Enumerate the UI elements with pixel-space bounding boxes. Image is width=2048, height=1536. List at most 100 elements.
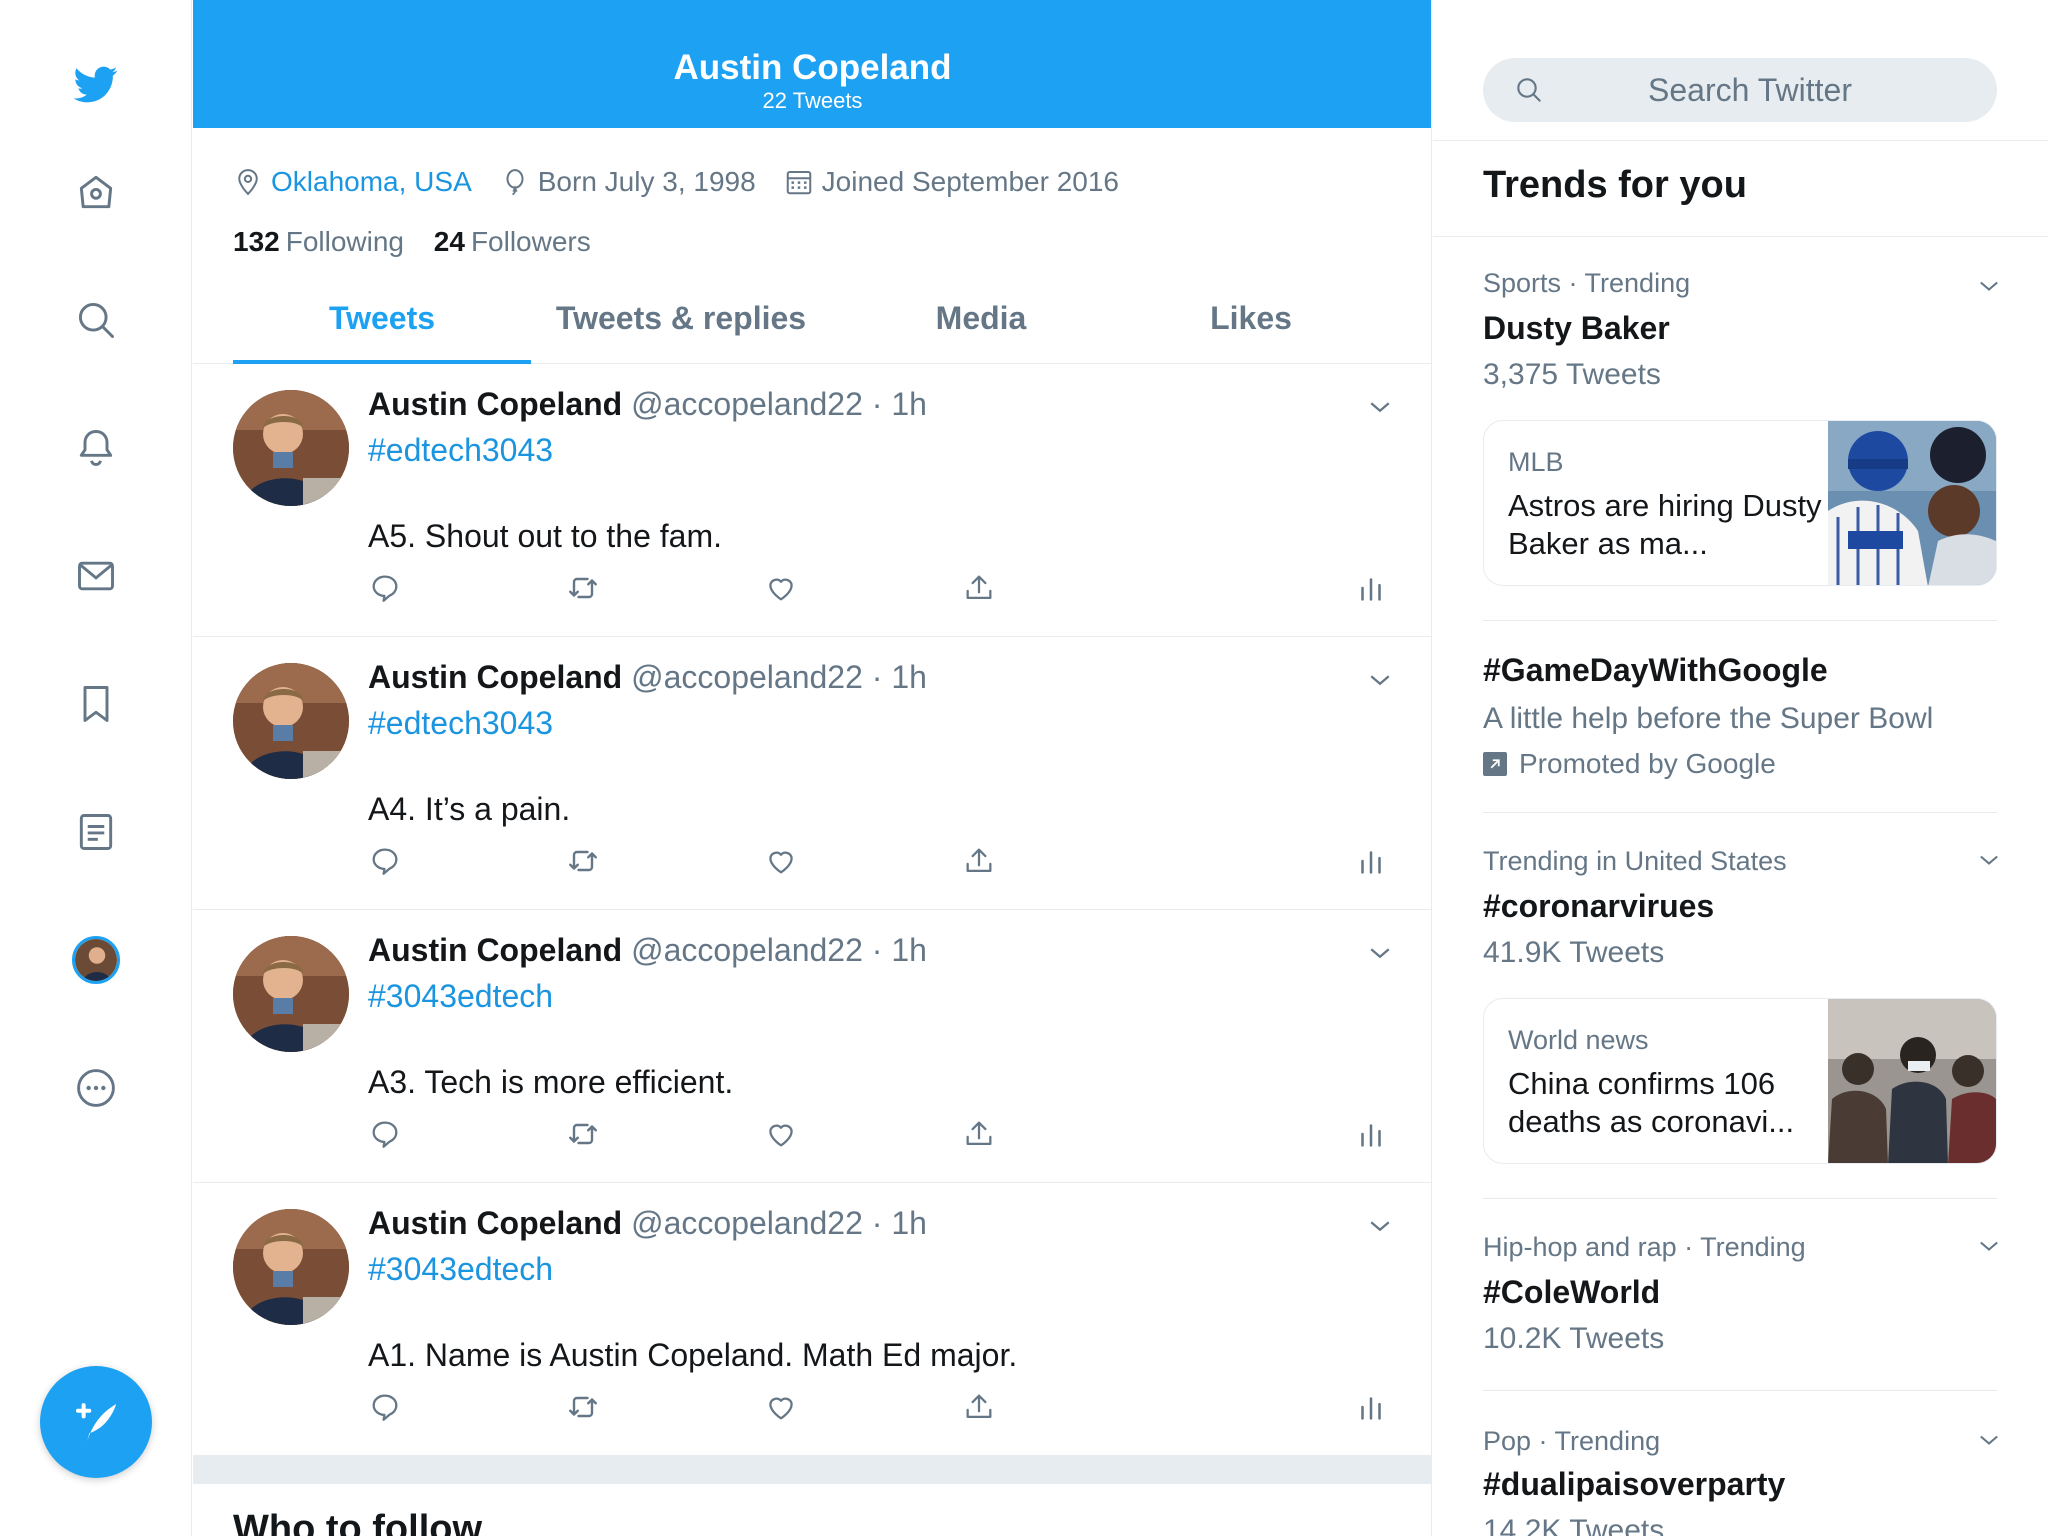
- trend-tweet-count: 41.9K Tweets: [1483, 936, 1665, 969]
- tweet[interactable]: Austin Copeland @accopeland22 · 1h #edtec…: [193, 637, 1431, 910]
- tweet-author-avatar[interactable]: [233, 936, 349, 1052]
- trend-news-card[interactable]: MLB Astros are hiring Dusty Baker as ma.…: [1483, 420, 1997, 586]
- trend-tweet-count: 3,375 Tweets: [1483, 358, 1661, 391]
- card-category: MLB: [1508, 447, 1564, 477]
- tweet-handle-time[interactable]: @accopeland22 · 1h: [631, 386, 927, 422]
- divider: [1433, 140, 2048, 141]
- home-icon[interactable]: [68, 164, 124, 220]
- tweet-hashtag-link[interactable]: #edtech3043: [368, 705, 553, 742]
- tweet-author-name[interactable]: Austin Copeland: [368, 386, 622, 422]
- trend-news-card[interactable]: World news China confirms 106 deaths as …: [1483, 998, 1997, 1164]
- share-icon[interactable]: [959, 568, 999, 608]
- chevron-down-icon[interactable]: [1365, 1211, 1395, 1246]
- following-link[interactable]: 132 Following: [233, 226, 404, 257]
- tab-tweets-and-replies[interactable]: Tweets & replies: [531, 286, 831, 364]
- trend-name[interactable]: Dusty Baker: [1483, 310, 1670, 347]
- reply-icon[interactable]: [365, 568, 405, 608]
- divider: [1483, 1390, 1997, 1391]
- trend-name[interactable]: #dualipaisoverparty: [1483, 1466, 1785, 1503]
- twitter-logo-icon[interactable]: [68, 56, 124, 112]
- trend-tweet-count: 14.2K Tweets: [1483, 1514, 1665, 1536]
- tweet-text: A5. Shout out to the fam.: [368, 518, 722, 554]
- tweet-author-name[interactable]: Austin Copeland: [368, 932, 622, 968]
- tweet-text: A1. Name is Austin Copeland. Math Ed maj…: [368, 1337, 1018, 1373]
- tab-likes[interactable]: Likes: [1131, 286, 1371, 364]
- chevron-down-icon[interactable]: [1365, 392, 1395, 427]
- tweet-author-avatar[interactable]: [233, 663, 349, 779]
- search-placeholder: Search Twitter: [1648, 72, 1852, 108]
- trend-tweet-count: 10.2K Tweets: [1483, 1322, 1665, 1355]
- trend-name[interactable]: #ColeWorld: [1483, 1274, 1660, 1311]
- tweet-author-name[interactable]: Austin Copeland: [368, 1205, 622, 1241]
- followers-link[interactable]: 24 Followers: [434, 226, 591, 257]
- promoted-trend-name[interactable]: #GameDayWithGoogle: [1483, 652, 1828, 689]
- like-heart-icon[interactable]: [761, 1114, 801, 1154]
- tweet-author-avatar[interactable]: [233, 390, 349, 506]
- notifications-bell-icon[interactable]: [68, 420, 124, 476]
- tab-media[interactable]: Media: [831, 286, 1131, 364]
- like-heart-icon[interactable]: [761, 841, 801, 881]
- compose-tweet-button[interactable]: [40, 1366, 152, 1478]
- following-label: Following: [285, 226, 404, 257]
- card-headline: Astros are hiring Dusty Baker as ma...: [1508, 488, 1822, 561]
- share-icon[interactable]: [959, 841, 999, 881]
- trend-context: Hip-hop and rap · Trending: [1483, 1232, 1806, 1262]
- chevron-down-icon[interactable]: [1975, 1232, 2003, 1265]
- reply-icon[interactable]: [365, 1387, 405, 1427]
- analytics-icon[interactable]: [1351, 1387, 1391, 1427]
- like-heart-icon[interactable]: [761, 568, 801, 608]
- profile-nav-avatar[interactable]: [68, 932, 124, 988]
- profile-joined: Joined September 2016: [784, 166, 1119, 198]
- reply-icon[interactable]: [365, 1114, 405, 1154]
- tweet-hashtag-link[interactable]: #edtech3043: [368, 432, 553, 469]
- tweet-text: A3. Tech is more efficient.: [368, 1064, 734, 1100]
- bookmarks-icon[interactable]: [68, 676, 124, 732]
- tweet-hashtag-link[interactable]: #3043edtech: [368, 1251, 553, 1288]
- analytics-icon[interactable]: [1351, 841, 1391, 881]
- tweet-author-name[interactable]: Austin Copeland: [368, 659, 622, 695]
- retweet-icon[interactable]: [563, 568, 603, 608]
- left-navigation: [0, 0, 192, 1536]
- calendar-icon: [786, 171, 811, 195]
- tab-tweets[interactable]: Tweets: [233, 286, 531, 364]
- tweet[interactable]: Austin Copeland @accopeland22 · 1h #3043e…: [193, 1183, 1431, 1456]
- share-icon[interactable]: [959, 1387, 999, 1427]
- analytics-icon[interactable]: [1351, 1114, 1391, 1154]
- retweet-icon[interactable]: [563, 841, 603, 881]
- lists-icon[interactable]: [68, 804, 124, 860]
- reply-icon[interactable]: [365, 841, 405, 881]
- who-to-follow-heading: Who to follow: [233, 1508, 483, 1536]
- explore-search-icon[interactable]: [68, 292, 124, 348]
- chevron-down-icon[interactable]: [1365, 665, 1395, 700]
- tweet-author-avatar[interactable]: [233, 1209, 349, 1325]
- tweet[interactable]: Austin Copeland @accopeland22 · 1h #3043e…: [193, 910, 1431, 1183]
- chevron-down-icon[interactable]: [1365, 938, 1395, 973]
- like-heart-icon[interactable]: [761, 1387, 801, 1427]
- trend-context: Sports · Trending: [1483, 268, 1691, 298]
- trend-name[interactable]: #coronarvirues: [1483, 888, 1714, 925]
- retweet-icon[interactable]: [563, 1387, 603, 1427]
- search-input[interactable]: Search Twitter: [1483, 58, 1997, 122]
- profile-location-link[interactable]: Oklahoma, USA: [271, 166, 472, 198]
- more-options-icon[interactable]: [68, 1060, 124, 1116]
- followers-count: 24: [433, 226, 465, 257]
- trends-heading: Trends for you: [1483, 164, 1747, 206]
- messages-envelope-icon[interactable]: [68, 548, 124, 604]
- tweet-handle-time[interactable]: @accopeland22 · 1h: [631, 1205, 927, 1241]
- profile-timeline: Austin Copeland 22 Tweets Oklahoma, USA …: [193, 0, 1432, 1536]
- tweet-handle-time[interactable]: @accopeland22 · 1h: [631, 659, 927, 695]
- divider: [1433, 236, 2048, 237]
- tweet-handle-time[interactable]: @accopeland22 · 1h: [631, 932, 927, 968]
- retweet-icon[interactable]: [563, 1114, 603, 1154]
- chevron-down-icon[interactable]: [1975, 272, 2003, 305]
- tweet-header: Austin Copeland @accopeland22 · 1h: [368, 932, 927, 969]
- profile-tabs: Tweets Tweets & replies Media Likes: [233, 286, 1431, 364]
- tweet-hashtag-link[interactable]: #3043edtech: [368, 978, 553, 1015]
- chevron-down-icon[interactable]: [1975, 846, 2003, 879]
- compose-quill-icon: [75, 1403, 117, 1443]
- share-icon[interactable]: [959, 1114, 999, 1154]
- tweet[interactable]: Austin Copeland @accopeland22 · 1h #edtec…: [193, 364, 1431, 637]
- following-count: 132: [233, 226, 280, 257]
- analytics-icon[interactable]: [1351, 568, 1391, 608]
- chevron-down-icon[interactable]: [1975, 1426, 2003, 1459]
